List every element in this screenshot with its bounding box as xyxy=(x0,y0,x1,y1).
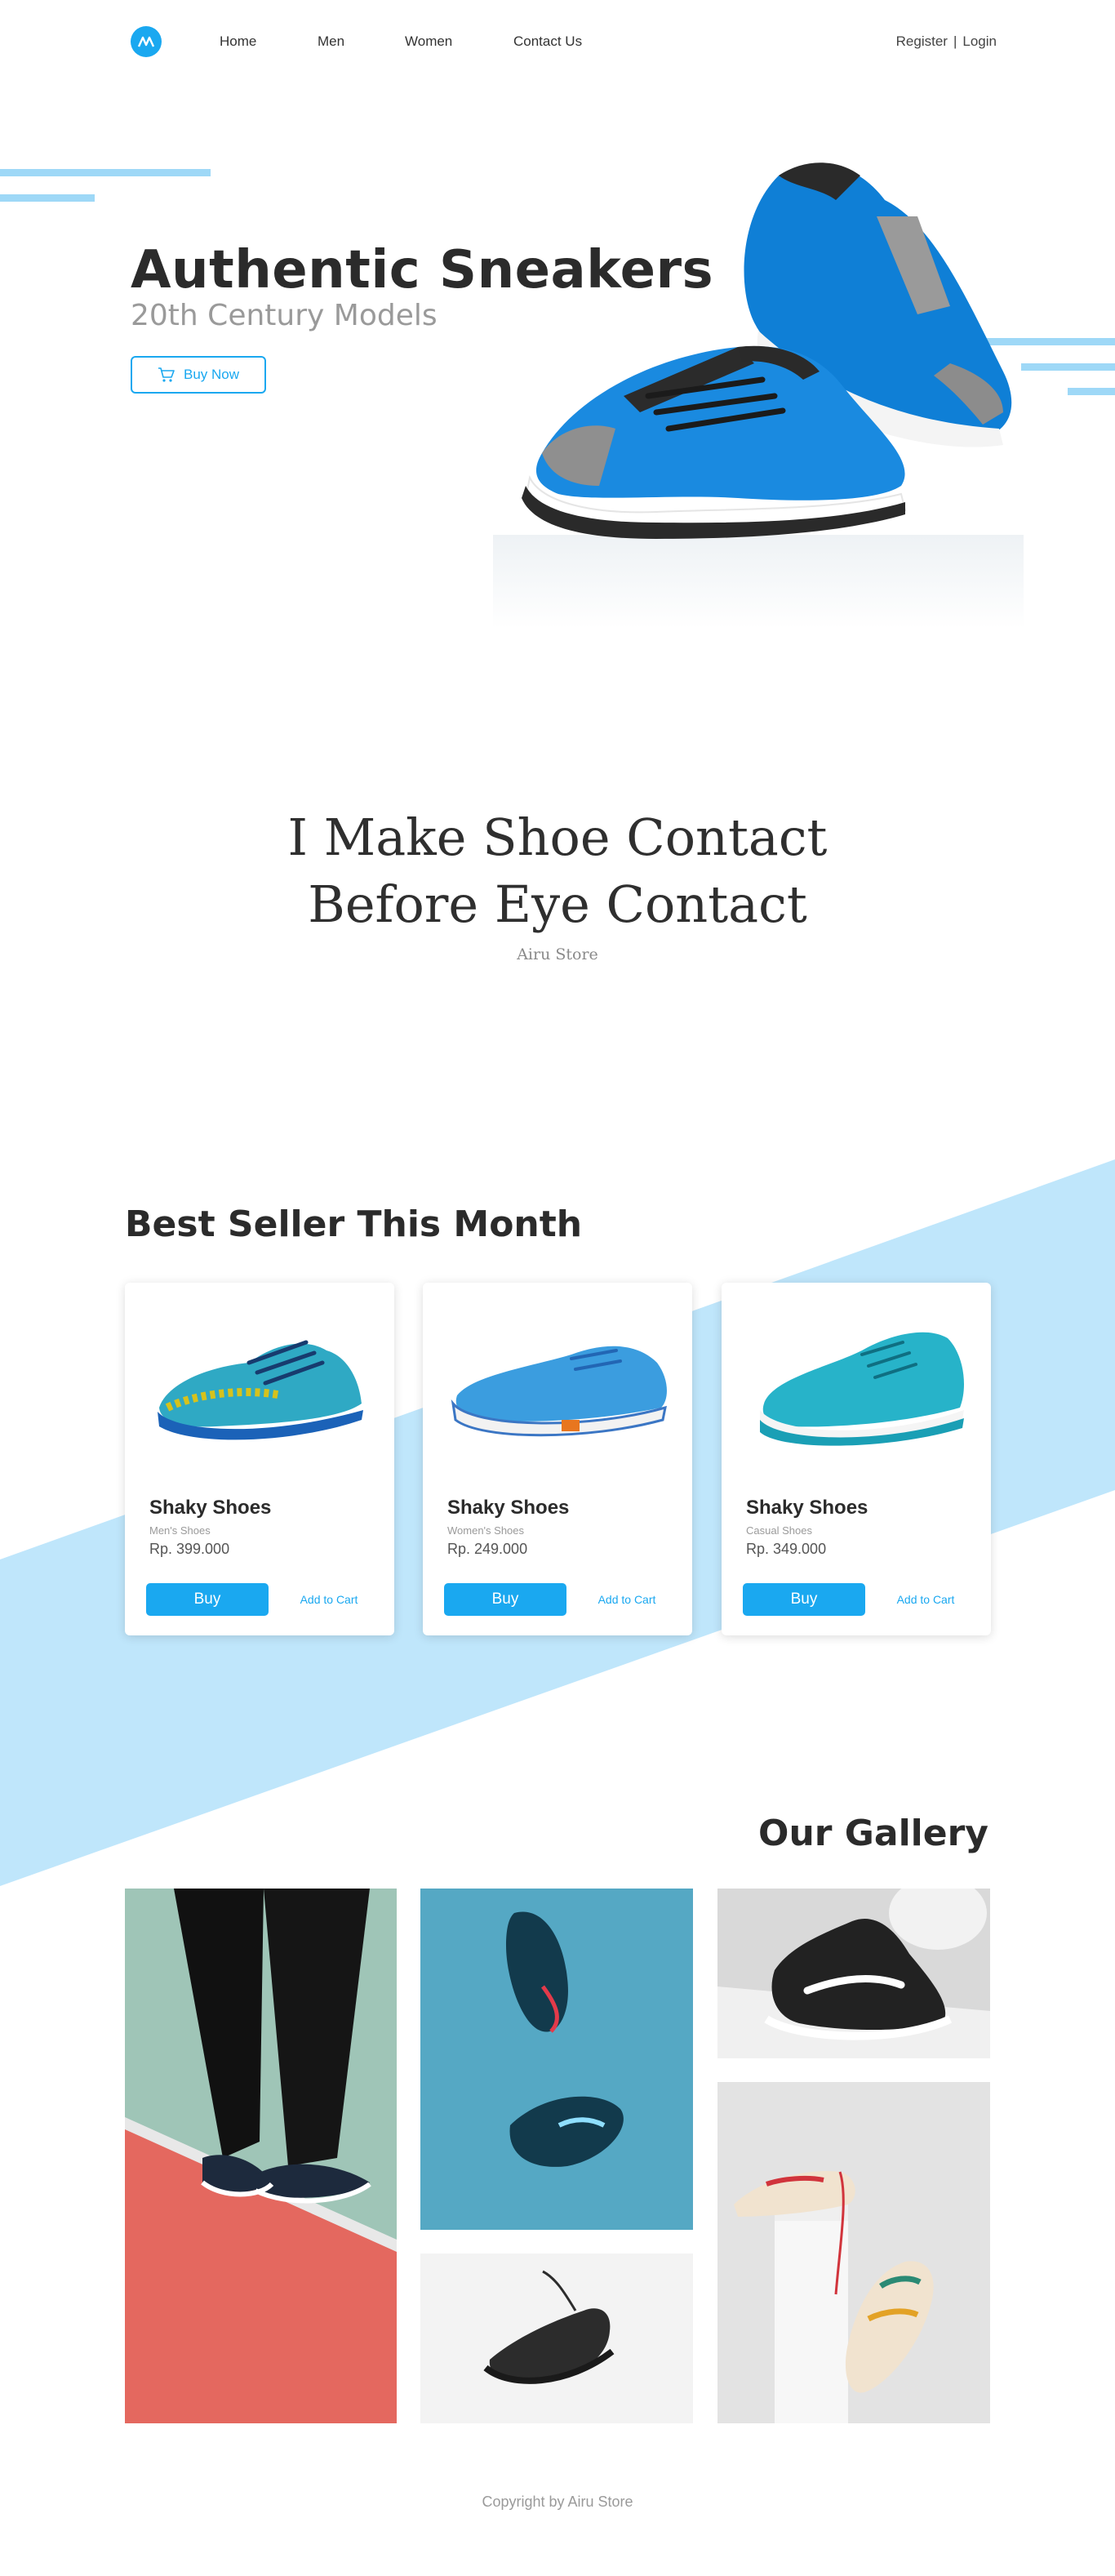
decorative-line xyxy=(1021,363,1115,371)
quote-line-1: I Make Shoe Contact xyxy=(287,808,828,867)
gallery-image-nike-sneaker[interactable] xyxy=(717,1889,990,2058)
buy-now-label: Buy Now xyxy=(183,367,240,382)
product-price: Rp. 349.000 xyxy=(746,1541,827,1557)
login-link[interactable]: Login xyxy=(962,33,997,50)
product-price: Rp. 249.000 xyxy=(447,1541,528,1557)
product-price: Rp. 399.000 xyxy=(149,1541,230,1557)
quote-text: I Make Shoe Contact Before Eye Contact xyxy=(0,804,1115,938)
gallery-image-colorful-sneakers[interactable] xyxy=(717,2082,990,2423)
best-seller-title: Best Seller This Month xyxy=(125,1203,583,1245)
add-to-cart-link[interactable]: Add to Cart xyxy=(280,1583,378,1616)
product-card: Shaky Shoes Men's Shoes Rp. 399.000 Buy … xyxy=(125,1283,394,1635)
auth-links: Register | Login xyxy=(896,33,997,50)
decorative-line xyxy=(0,169,211,176)
cart-icon xyxy=(158,367,175,382)
product-category: Women's Shoes xyxy=(447,1524,525,1537)
quote-line-2: Before Eye Contact xyxy=(308,874,807,934)
product-name: Shaky Shoes xyxy=(746,1497,868,1519)
hero-sneakers-image xyxy=(493,162,1024,629)
product-image-mens-shoe xyxy=(158,1340,363,1440)
gallery-image-court-legs[interactable] xyxy=(125,1889,397,2423)
product-name: Shaky Shoes xyxy=(149,1497,272,1519)
buy-now-button[interactable]: Buy Now xyxy=(131,356,266,394)
product-image-womens-shoe xyxy=(451,1346,667,1437)
product-name: Shaky Shoes xyxy=(447,1497,570,1519)
add-to-cart-link[interactable]: Add to Cart xyxy=(578,1583,676,1616)
quote-author: Airu Store xyxy=(517,945,598,963)
decorative-line xyxy=(1068,388,1115,395)
site-logo[interactable] xyxy=(131,26,162,57)
auth-separator: | xyxy=(953,33,957,49)
hero-subtitle: 20th Century Models xyxy=(131,299,438,332)
product-image-casual-shoe xyxy=(760,1332,964,1446)
product-card: Shaky Shoes Casual Shoes Rp. 349.000 Buy… xyxy=(722,1283,991,1635)
product-category: Men's Shoes xyxy=(149,1524,211,1537)
nav-contact-us[interactable]: Contact Us xyxy=(513,33,582,50)
buy-button[interactable]: Buy xyxy=(444,1583,566,1616)
nav-women[interactable]: Women xyxy=(405,33,452,50)
buy-button[interactable]: Buy xyxy=(146,1583,269,1616)
nav-men[interactable]: Men xyxy=(318,33,344,50)
airu-logo-icon xyxy=(137,36,155,47)
gallery-title: Our Gallery xyxy=(758,1813,988,1854)
product-category: Casual Shoes xyxy=(746,1524,812,1537)
nav-home[interactable]: Home xyxy=(220,33,256,50)
gallery-image-black-sneaker[interactable] xyxy=(420,2253,693,2423)
product-card: Shaky Shoes Women's Shoes Rp. 249.000 Bu… xyxy=(423,1283,692,1635)
register-link[interactable]: Register xyxy=(896,33,948,50)
footer-copyright: Copyright by Airu Store xyxy=(482,2494,633,2510)
buy-button[interactable]: Buy xyxy=(743,1583,865,1616)
add-to-cart-link[interactable]: Add to Cart xyxy=(877,1583,975,1616)
gallery-image-flying-shoes[interactable] xyxy=(420,1889,693,2230)
decorative-line xyxy=(0,194,95,202)
